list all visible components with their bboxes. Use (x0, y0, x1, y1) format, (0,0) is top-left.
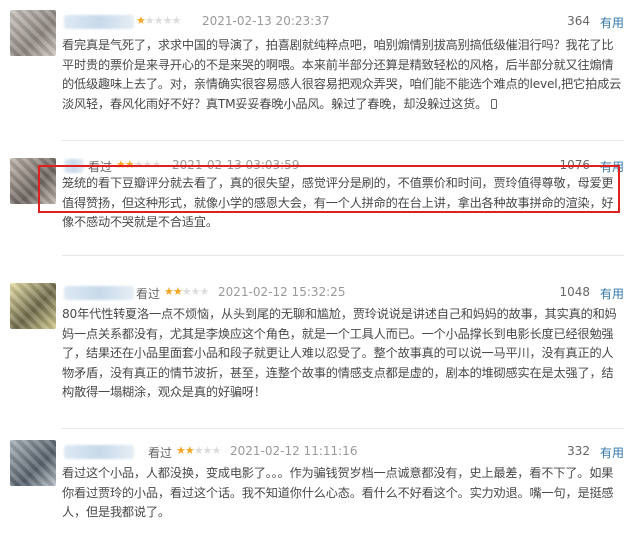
username[interactable] (64, 286, 134, 300)
mobile-icon (491, 98, 498, 109)
review-meta: 看过 ★★★★★ 2021-02-12 11:11:16 332 有用 (64, 444, 624, 462)
useful-button[interactable]: 有用 (600, 14, 624, 31)
review-meta: 看过 ★★★★★ 2021-02-12 15:32:25 1048 有用 (64, 285, 624, 303)
vote-count: 332 (567, 444, 590, 458)
rating-stars: ★★★★★ (164, 285, 209, 298)
vote-count: 1048 (559, 285, 590, 299)
review-content: 看过这个小品，人都没换，变成电影了。。。作为骗钱贺岁档一点诚意都没有，史上最差，… (62, 466, 614, 519)
highlight-box (38, 165, 620, 213)
useful-button[interactable]: 有用 (600, 444, 624, 461)
username[interactable] (64, 445, 134, 459)
avatar[interactable] (10, 283, 56, 329)
review-content: 看完真是气死了，求求中国的导演了，拍喜剧就纯粹点吧，咱别煽情别拔高别搞低级催泪行… (62, 38, 622, 111)
divider (62, 255, 624, 256)
review-content: 80年代性转夏洛一点不烦恼，从头到尾的无聊和尴尬，贾玲说说是讲述自己和妈妈的故事… (62, 307, 617, 399)
useful-button[interactable]: 有用 (600, 285, 624, 302)
divider (62, 428, 624, 429)
avatar[interactable] (10, 440, 56, 486)
vote-count: 364 (567, 14, 590, 28)
review-meta: ★★★★★ 2021-02-13 20:23:37 364 有用 (64, 14, 624, 32)
divider (62, 140, 624, 141)
watch-status: 看过 (136, 287, 161, 301)
avatar[interactable] (10, 10, 56, 56)
rating-stars: ★★★★★ (136, 14, 181, 27)
rating-stars: ★★★★★ (176, 444, 221, 457)
username[interactable] (64, 15, 134, 29)
review-time: 2021-02-12 11:11:16 (230, 444, 358, 458)
review-time: 2021-02-12 15:32:25 (218, 285, 346, 299)
review-time: 2021-02-13 20:23:37 (202, 14, 330, 28)
watch-status: 看过 (148, 446, 173, 460)
